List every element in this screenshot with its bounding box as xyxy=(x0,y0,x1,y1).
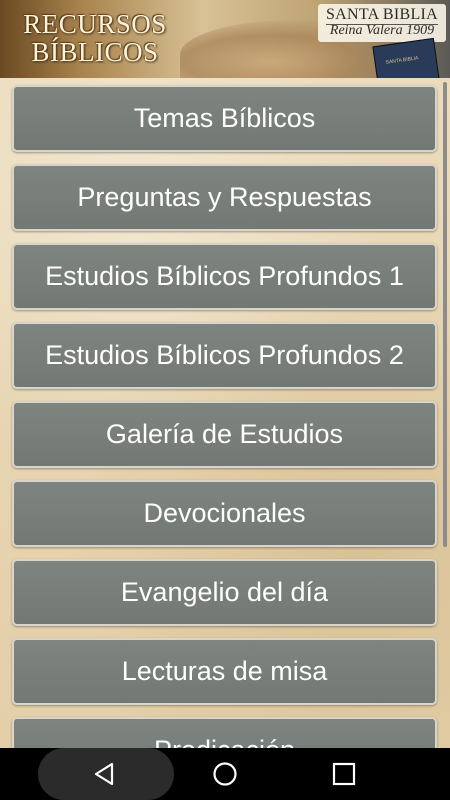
header-title: RECURSOS BÍBLICOS xyxy=(20,10,170,66)
menu-button-preguntas-respuestas[interactable]: Preguntas y Respuestas xyxy=(12,164,437,231)
scrollbar-thumb[interactable] xyxy=(443,82,447,547)
menu-button-estudios-profundos-1[interactable]: Estudios Bíblicos Profundos 1 xyxy=(12,243,437,310)
menu-button-galeria-estudios[interactable]: Galería de Estudios xyxy=(12,401,437,468)
menu-button-lecturas-de-misa[interactable]: Lecturas de misa xyxy=(12,638,437,705)
bible-logo: SANTA BIBLIA Reina Valera 1909 xyxy=(318,4,446,42)
book-label: SANTA BIBLIA xyxy=(385,55,419,66)
menu-button-temas-biblicos[interactable]: Temas Bíblicos xyxy=(12,85,437,152)
app-header: RECURSOS BÍBLICOS SANTA BIBLIA Reina Val… xyxy=(0,0,450,78)
menu-list[interactable]: Temas Bíblicos Preguntas y Respuestas Es… xyxy=(0,78,450,748)
home-icon[interactable] xyxy=(212,761,238,787)
menu-button-devocionales[interactable]: Devocionales xyxy=(12,480,437,547)
header-title-line2: BÍBLICOS xyxy=(31,37,159,67)
menu-button-evangelio-del-dia[interactable]: Evangelio del día xyxy=(12,559,437,626)
bible-subtitle: Reina Valera 1909 xyxy=(329,23,435,38)
menu-button-estudios-profundos-2[interactable]: Estudios Bíblicos Profundos 2 xyxy=(12,322,437,389)
android-nav-bar xyxy=(0,748,450,800)
back-icon[interactable] xyxy=(92,761,118,787)
header-title-line1: RECURSOS xyxy=(23,9,167,39)
menu-button-predicacion[interactable]: Predicación xyxy=(12,717,437,748)
recents-icon[interactable] xyxy=(331,761,357,787)
bible-title: SANTA BIBLIA xyxy=(325,6,439,23)
